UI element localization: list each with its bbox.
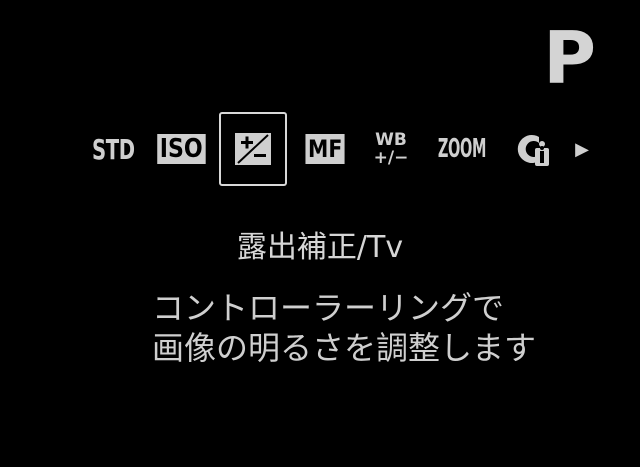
description-line-1: コントローラーリングで	[152, 289, 505, 327]
wb-plusminus-label: +/−	[373, 148, 409, 168]
std-label: STD	[91, 132, 135, 166]
shooting-mode-indicator: P	[543, 16, 596, 100]
function-description: コントローラーリングで 画像の明るさを調整します	[152, 288, 536, 368]
wb-label: WB	[375, 130, 407, 150]
custom-control-option[interactable]	[508, 112, 558, 186]
picture-style-std-option[interactable]: STD	[88, 112, 138, 186]
custom-control-icon	[517, 135, 549, 166]
exposure-compensation-option[interactable]	[219, 112, 287, 186]
manual-focus-icon: MF	[305, 134, 345, 164]
description-line-2: 画像の明るさを調整します	[152, 329, 537, 367]
iso-option[interactable]: ISO	[156, 112, 206, 186]
selected-function-title: 露出補正/Tv	[236, 230, 404, 265]
exposure-compensation-icon	[235, 133, 271, 165]
iso-icon: ISO	[156, 134, 206, 164]
white-balance-shift-option[interactable]: WB +/−	[368, 112, 414, 186]
zoom-label: ZOOM	[437, 134, 487, 164]
function-bar: STD ISO MF WB +/− ZOOM ▶	[88, 112, 598, 186]
zoom-option[interactable]: ZOOM	[434, 112, 490, 186]
more-right-arrow-icon[interactable]: ▶	[572, 112, 592, 186]
manual-focus-option[interactable]: MF	[300, 112, 350, 186]
